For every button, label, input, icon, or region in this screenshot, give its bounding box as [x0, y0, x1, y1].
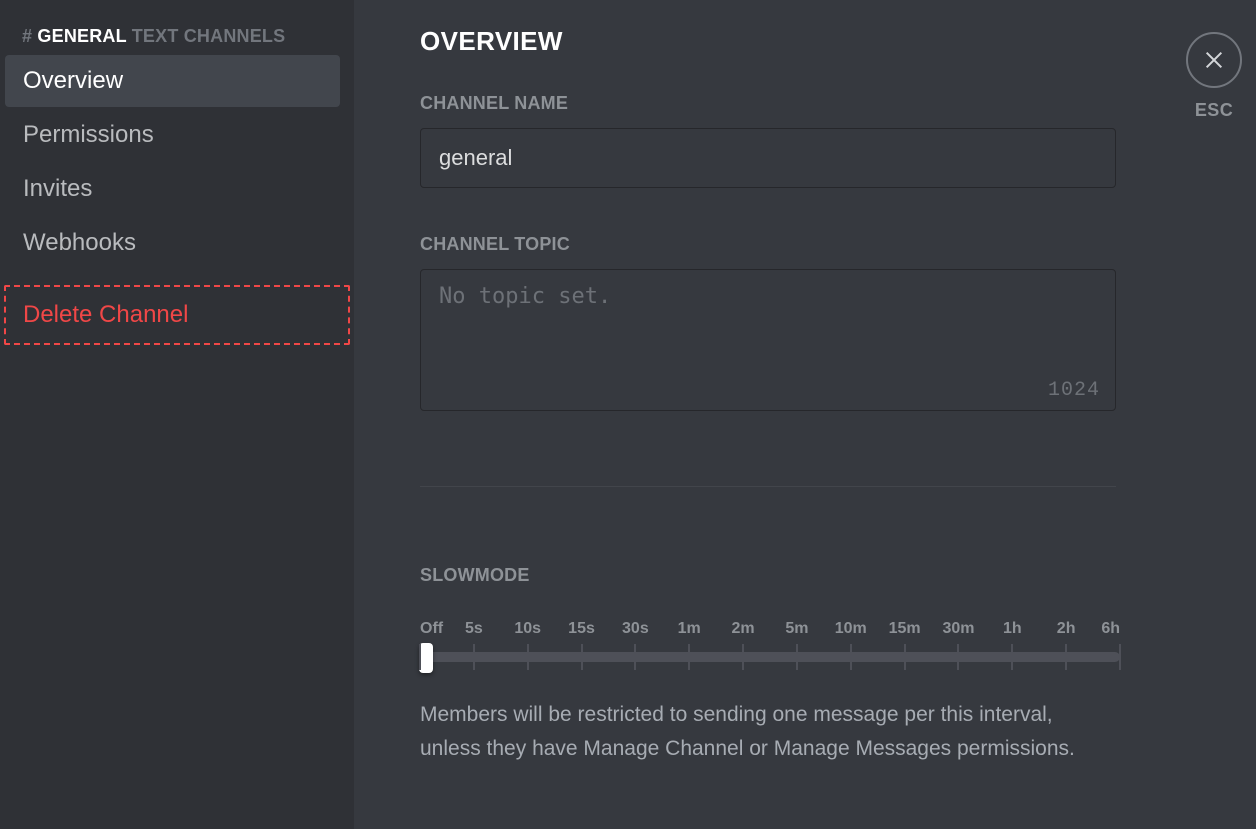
slowmode-tick-label: 5s: [465, 620, 483, 638]
slowmode-tick-label: 10m: [835, 620, 867, 638]
sidebar-header: # GENERAL TEXT CHANNELS: [0, 26, 354, 55]
slowmode-tick-label: 1m: [678, 620, 701, 638]
sidebar-item-invites[interactable]: Invites: [5, 163, 340, 215]
sidebar-item-permissions[interactable]: Permissions: [5, 109, 340, 161]
slowmode-tick-mark: [850, 644, 852, 670]
slowmode-tick-mark: [419, 644, 421, 670]
slowmode-tick-mark: [473, 644, 475, 670]
sidebar-item-overview[interactable]: Overview: [5, 55, 340, 107]
slowmode-tick-label: 15m: [889, 620, 921, 638]
slowmode-tick-mark: [742, 644, 744, 670]
settings-content: OVERVIEW CHANNEL NAME CHANNEL TOPIC 1024…: [354, 0, 1256, 829]
channel-topic-label: CHANNEL TOPIC: [420, 234, 1190, 255]
slowmode-tick-mark: [957, 644, 959, 670]
sidebar-group-label-text: TEXT CHANNELS: [132, 26, 286, 46]
slowmode-tick-mark: [1065, 644, 1067, 670]
slowmode-slider[interactable]: Off 5s 10s 15s 30s 1m 2m 5m 10m 15m 30m 1h 2h 6h: [420, 620, 1120, 662]
slowmode-tick-label: 2m: [732, 620, 755, 638]
settings-sidebar: # GENERAL TEXT CHANNELS Overview Permiss…: [0, 0, 354, 829]
slowmode-label: SLOWMODE: [420, 565, 1190, 586]
close-icon: [1203, 49, 1225, 71]
page-title: OVERVIEW: [420, 26, 1190, 57]
sidebar-item-label: Webhooks: [23, 229, 136, 256]
sidebar-item-webhooks[interactable]: Webhooks: [5, 217, 340, 269]
sidebar-item-label: Permissions: [23, 121, 154, 148]
sidebar-item-label: Overview: [23, 67, 123, 94]
slowmode-tick-mark: [796, 644, 798, 670]
slider-track[interactable]: [420, 652, 1120, 662]
slowmode-tick-label: 30s: [622, 620, 649, 638]
sidebar-item-delete-channel[interactable]: Delete Channel: [5, 289, 340, 341]
slowmode-tick-mark: [1119, 644, 1121, 670]
slowmode-tick-label: 10s: [514, 620, 541, 638]
slowmode-tick-label: 5m: [785, 620, 808, 638]
topic-char-count: 1024: [1048, 379, 1100, 402]
close-label: ESC: [1195, 100, 1233, 121]
slowmode-tick-mark: [904, 644, 906, 670]
slowmode-tick-label: 2h: [1057, 620, 1076, 638]
slowmode-tick-label: 1h: [1003, 620, 1022, 638]
slowmode-tick-mark: [1011, 644, 1013, 670]
sidebar-item-label: Delete Channel: [23, 301, 188, 328]
close-circle: [1186, 32, 1242, 88]
slowmode-tick-mark: [527, 644, 529, 670]
channel-name-input[interactable]: [420, 128, 1116, 188]
slowmode-tick-label: Off: [420, 620, 443, 638]
section-divider: [420, 486, 1116, 487]
sidebar-channel-name: GENERAL: [37, 26, 126, 46]
slowmode-tick-mark: [581, 644, 583, 670]
channel-name-label: CHANNEL NAME: [420, 93, 1190, 114]
channel-topic-section: CHANNEL TOPIC 1024: [420, 234, 1190, 416]
slider-thumb[interactable]: [419, 643, 433, 673]
slowmode-tick-mark: [688, 644, 690, 670]
slowmode-tick-mark: [634, 644, 636, 670]
slowmode-tick-label: 15s: [568, 620, 595, 638]
slowmode-tick-label: 6h: [1101, 620, 1120, 638]
slowmode-help-text: Members will be restricted to sending on…: [420, 698, 1116, 765]
hash-prefix: #: [22, 26, 32, 46]
sidebar-item-label: Invites: [23, 175, 92, 202]
channel-topic-input[interactable]: [420, 269, 1116, 411]
channel-name-section: CHANNEL NAME: [420, 93, 1190, 188]
sidebar-nav: Overview Permissions Invites Webhooks: [0, 55, 354, 269]
slowmode-tick-label: 30m: [942, 620, 974, 638]
close-button[interactable]: ESC: [1186, 32, 1242, 121]
slowmode-section: SLOWMODE Off 5s 10s 15s 30s 1m 2m 5m 10m 15m 30m 1h…: [420, 565, 1190, 765]
